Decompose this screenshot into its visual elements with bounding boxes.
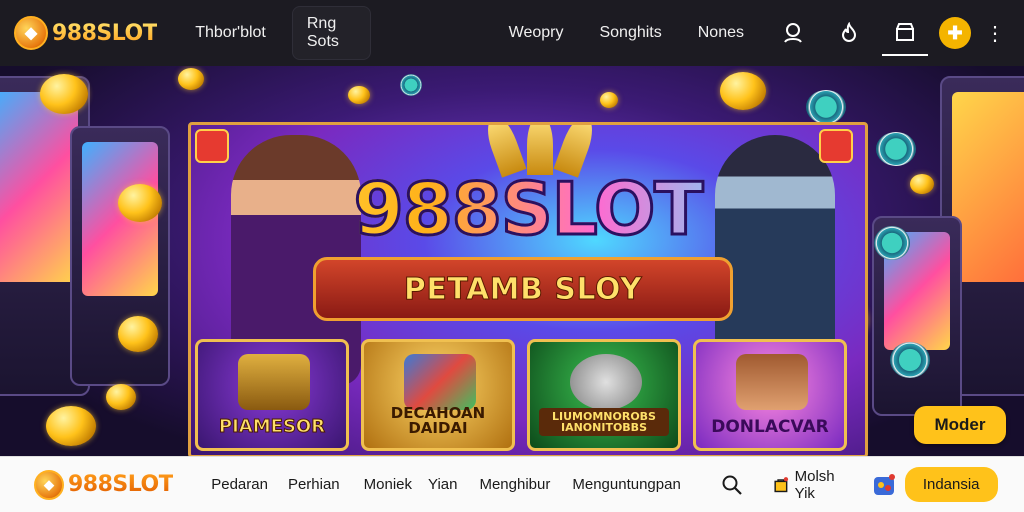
top-icons: ✚ ⋮ [770,10,1010,56]
bottomnav-item-5[interactable]: Menghibur [479,476,550,493]
game-badge: ✚ [939,17,971,49]
bottomnav-item-3[interactable]: Moniek [364,476,412,493]
chip-decoration [874,226,910,260]
user-icon[interactable] [770,10,816,56]
bottomnav-item-1[interactable]: Pedaran [211,476,268,493]
bag-icon [774,476,788,492]
coin-decoration [46,406,96,446]
game-card-1[interactable]: PIAMESOR [195,339,349,451]
app-root: ◆ 988SLOT Thbor'blot Rng Sots Weopry Son… [0,0,1024,512]
hero-subtitle-banner: PETAMB SLOY [313,257,733,321]
cat-mascot-icon [570,354,642,410]
store-icon[interactable] [882,10,928,56]
game-card-4[interactable]: DONLACVAR [693,339,847,451]
coin-decoration [40,74,88,114]
moder-button[interactable]: Moder [914,406,1006,444]
treasure-icon [736,354,808,410]
app-icon[interactable] [871,472,897,498]
brand-coin-icon: ◆ [34,469,64,500]
search-icon[interactable] [721,474,743,496]
game-cards: PIAMESOR DECAHOAN DAIDAI LIUMOMNOROBS IA… [195,339,865,451]
coin-decoration [106,384,136,410]
bottomnav-item-6[interactable]: Menguntungpan [572,476,680,493]
brand-name: 988SLOT [52,20,158,46]
coin-decoration [910,174,934,194]
game-card-label: DONLACVAR [711,417,829,437]
more-icon[interactable]: ⋮ [980,10,1010,56]
coin-decoration [348,86,370,104]
topnav-item-5[interactable]: Nones [698,24,744,42]
hero-subtitle: PETAMB SLOY [403,271,643,307]
game-card-2[interactable]: DECAHOAN DAIDAI [361,339,515,451]
bottomnav-item-2[interactable]: Perhian [288,476,340,493]
coin-decoration [600,92,618,108]
language-button[interactable]: Indansia [904,467,998,502]
top-bar: ◆ 988SLOT Thbor'blot Rng Sots Weopry Son… [0,0,1024,66]
corner-tag-right [819,129,853,163]
topnav-item-4[interactable]: Songhits [599,24,661,42]
chip-decoration [876,132,916,166]
coin-decoration [178,68,204,90]
gift-box-icon [238,354,310,410]
coin-decoration [720,72,766,110]
game-icon[interactable]: ✚ [932,10,978,56]
hero-banner: 988SLOT PETAMB SLOY PIAMESOR DECAHOAN DA… [0,66,1024,456]
game-card-label: LIUMOMNOROBS IANONITOBBS [539,408,669,436]
corner-tag-left [195,129,229,163]
top-nav: Thbor'blot Rng Sots Weopry Songhits None… [195,6,744,60]
brand-name: 988SLOT [68,472,174,497]
cart-button[interactable]: Molsh Yik [773,468,841,502]
chip-decoration [400,74,422,96]
footer-brand-logo[interactable]: ◆ 988SLOT [34,469,174,500]
game-card-label: PIAMESOR [218,416,326,437]
game-card-3[interactable]: LIUMOMNOROBS IANONITOBBS [527,339,681,451]
cards-icon [404,354,476,410]
brand-coin-icon: ◆ [14,16,48,50]
hero-title: 988SLOT [191,166,865,253]
topnav-item-2[interactable]: Rng Sots [291,6,371,60]
hero-panel: 988SLOT PETAMB SLOY PIAMESOR DECAHOAN DA… [188,122,868,456]
bottom-nav: Pedaran Perhian Moniek Yian Menghibur Me… [211,476,681,493]
arcade-machine-left-2 [70,126,170,386]
game-card-label: DECAHOAN DAIDAI [390,404,486,437]
brand-logo[interactable]: ◆ 988SLOT [14,16,158,50]
coin-decoration [118,184,162,222]
topnav-item-3[interactable]: Weopry [509,24,564,42]
chip-decoration [890,342,930,378]
bottomnav-item-4[interactable]: Yian [428,476,457,493]
chip-decoration [806,90,846,124]
fire-icon[interactable] [826,10,872,56]
coin-decoration [118,316,158,352]
topnav-item-1[interactable]: Thbor'blot [195,24,266,42]
bottom-bar: ◆ 988SLOT Pedaran Perhian Moniek Yian Me… [0,456,1024,512]
cart-label: Molsh Yik [794,467,835,502]
